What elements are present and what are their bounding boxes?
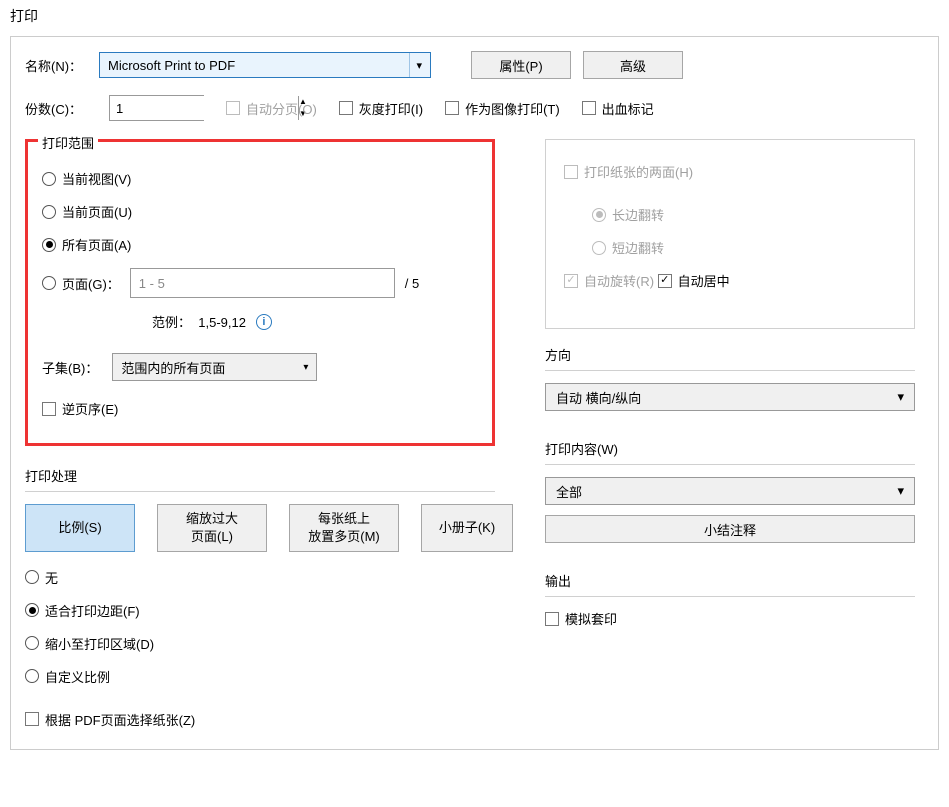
radio-current-view[interactable]: 当前视图(V) [42,169,478,188]
chevron-down-icon: ▾ [409,53,422,77]
chevron-down-icon: ▾ [897,389,904,405]
tab-booklet[interactable]: 小册子(K) [421,504,513,552]
dialog-title: 打印 [10,6,939,26]
custom-scale-label: 自定义比例 [45,667,110,686]
bleed-label: 出血标记 [602,99,654,118]
orientation-selected: 自动 横向/纵向 [556,388,641,407]
grayscale-checkbox[interactable]: 灰度打印(I) [339,99,423,118]
tab-multi-per-sheet[interactable]: 每张纸上 放置多页(M) [289,504,399,552]
content-combo[interactable]: 全部 ▾ [545,477,915,505]
pages-label: 页面(G)： [62,274,120,293]
chevron-down-icon: ▾ [897,483,904,499]
printer-row: 名称(N)： Microsoft Print to PDF ▾ 属性(P) 高级 [25,51,924,79]
simulate-overprint-label: 模拟套印 [565,609,617,628]
print-range-group: 打印范围 当前视图(V) 当前页面(U) 所有页面(A) [25,139,495,446]
shrink-area-label: 缩小至打印区域(D) [45,634,154,653]
orientation-combo[interactable]: 自动 横向/纵向 ▾ [545,383,915,411]
fit-margin-label: 适合打印边距(F) [45,601,140,620]
collate-checkbox: 自动分页(O) [226,99,317,118]
paper-from-pdf-label: 根据 PDF页面选择纸张(Z) [45,710,195,729]
properties-button[interactable]: 属性(P) [471,51,571,79]
long-edge-label: 长边翻转 [612,205,664,224]
printer-select[interactable]: Microsoft Print to PDF ▾ [99,52,431,78]
main-panel: 名称(N)： Microsoft Print to PDF ▾ 属性(P) 高级… [10,36,939,750]
pages-input[interactable]: 1 - 5 [130,268,395,298]
pages-example: 范例： 1,5-9,12 i [152,312,478,331]
as-image-checkbox[interactable]: 作为图像打印(T) [445,99,560,118]
bleed-checkbox[interactable]: 出血标记 [582,99,654,118]
handling-tabs: 比例(S) 缩放过大 页面(L) 每张纸上 放置多页(M) 小册子(K) [25,504,495,552]
tab-scale[interactable]: 比例(S) [25,504,135,552]
auto-rotate-label: 自动旋转(R) [584,271,654,290]
current-page-label: 当前页面(U) [62,202,132,221]
tab-shrink-large[interactable]: 缩放过大 页面(L) [157,504,267,552]
summary-comments-button[interactable]: 小结注释 [545,515,915,543]
all-pages-label: 所有页面(A) [62,235,131,254]
chevron-down-icon: ▾ [303,362,308,373]
scale-none-label: 无 [45,568,58,587]
current-view-label: 当前视图(V) [62,169,131,188]
subset-combo[interactable]: 范围内的所有页面 ▾ [112,353,317,381]
radio-short-edge: 短边翻转 [592,238,896,257]
radio-fit-margin[interactable]: 适合打印边距(F) [25,601,495,620]
advanced-button[interactable]: 高级 [583,51,683,79]
simulate-overprint-checkbox[interactable]: 模拟套印 [545,609,617,628]
content-title: 打印内容(W) [545,439,915,458]
copies-spinner[interactable]: ▲ ▼ [109,95,204,121]
copies-row: 份数(C)： ▲ ▼ 自动分页(O) 灰度打印(I) 作为图像打印(T) 出血标… [25,95,924,121]
auto-center-label: 自动居中 [678,271,730,290]
subset-selected: 范围内的所有页面 [121,358,225,377]
reverse-label: 逆页序(E) [62,399,118,418]
reverse-checkbox[interactable]: 逆页序(E) [42,399,118,418]
handling-title: 打印处理 [25,466,495,485]
radio-all-pages[interactable]: 所有页面(A) [42,235,478,254]
page-total: / 5 [405,276,419,291]
content-selected: 全部 [556,482,582,501]
radio-shrink-area[interactable]: 缩小至打印区域(D) [25,634,495,653]
short-edge-label: 短边翻转 [612,238,664,257]
printer-name-label: 名称(N)： [25,56,87,75]
collate-label: 自动分页(O) [246,99,317,118]
subset-label: 子集(B)： [42,358,98,377]
as-image-label: 作为图像打印(T) [465,99,560,118]
radio-scale-none[interactable]: 无 [25,568,495,587]
output-title: 输出 [545,571,915,590]
radio-custom-scale[interactable]: 自定义比例 [25,667,495,686]
duplex-section: 打印纸张的两面(H) 长边翻转 短边翻转 自动旋转(R) [545,139,915,329]
orientation-title: 方向 [545,345,915,364]
both-sides-checkbox: 打印纸张的两面(H) [564,162,693,181]
copies-label: 份数(C)： [25,99,87,118]
grayscale-label: 灰度打印(I) [359,99,423,118]
info-icon[interactable]: i [256,314,272,330]
radio-long-edge: 长边翻转 [592,205,896,224]
printer-selected-value: Microsoft Print to PDF [108,58,235,73]
print-range-title: 打印范围 [38,133,98,152]
radio-current-page[interactable]: 当前页面(U) [42,202,478,221]
paper-from-pdf-checkbox[interactable]: 根据 PDF页面选择纸张(Z) [25,710,195,729]
auto-center-checkbox[interactable]: 自动居中 [658,271,730,290]
both-sides-label: 打印纸张的两面(H) [584,162,693,181]
auto-rotate-checkbox: 自动旋转(R) [564,271,654,290]
radio-pages[interactable]: 页面(G)： [42,274,120,293]
